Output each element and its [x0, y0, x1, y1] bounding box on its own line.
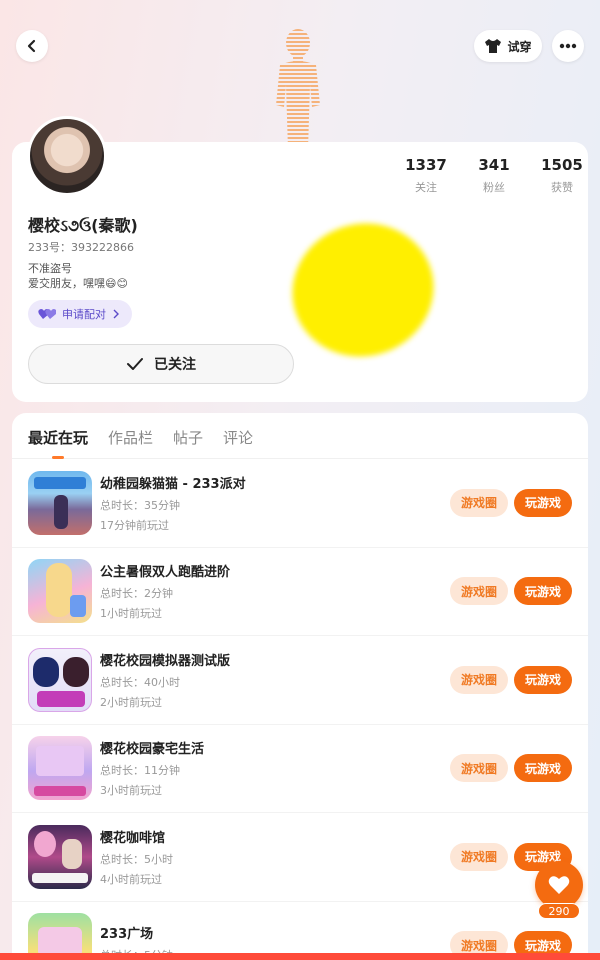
more-button[interactable]: [552, 30, 584, 62]
like-button[interactable]: [535, 861, 583, 909]
like-count-badge: 290: [538, 903, 580, 919]
stat-value: 1337: [405, 156, 447, 174]
game-last-played: 1小时前玩过: [100, 607, 162, 621]
request-pair-button[interactable]: 申请配对: [28, 300, 132, 328]
profile-uid: 233号：393222866: [28, 241, 134, 254]
game-last-played: 17分钟前玩过: [100, 518, 169, 532]
double-heart-icon: [38, 309, 56, 319]
game-icon: [28, 824, 92, 889]
game-duration: 总时长：40小时: [100, 675, 180, 689]
game-circle-button[interactable]: 游戏圈: [450, 488, 508, 517]
game-circle-button[interactable]: 游戏圈: [450, 577, 508, 606]
check-icon: [127, 358, 143, 370]
tab-recently-played[interactable]: 最近在玩: [28, 427, 88, 459]
shirt-icon: [485, 39, 502, 53]
game-icon: [28, 559, 92, 624]
game-icon: [28, 736, 92, 801]
avatar[interactable]: [27, 116, 107, 196]
play-game-button[interactable]: 玩游戏: [514, 488, 572, 517]
play-game-button[interactable]: 玩游戏: [514, 754, 572, 783]
stat-likes[interactable]: 1505 获赞: [528, 156, 596, 195]
game-row[interactable]: 幼稚园躲猫猫 - 233派对 总时长：35分钟 17分钟前玩过 游戏圈 玩游戏: [12, 459, 588, 548]
game-circle-button[interactable]: 游戏圈: [450, 842, 508, 871]
game-icon: [28, 647, 92, 712]
game-last-played: 3小时前玩过: [100, 784, 162, 798]
pair-label: 申请配对: [62, 308, 106, 321]
game-title: 樱花校园模拟器测试版: [100, 653, 231, 669]
stat-value: 1505: [541, 156, 583, 174]
avatar-figure-outline: [276, 29, 320, 150]
game-row[interactable]: 公主暑假双人跑酷进阶 总时长：2分钟 1小时前玩过 游戏圈 玩游戏: [12, 548, 588, 636]
follow-label: 已关注: [154, 357, 196, 373]
game-title: 幼稚园躲猫猫 - 233派对: [100, 476, 246, 492]
game-title: 樱花校园豪宅生活: [100, 742, 205, 758]
bio-line: 爱交朋友，嘿嘿😄😊: [28, 277, 128, 290]
game-title: 公主暑假双人跑酷进阶: [100, 565, 231, 581]
stat-label: 关注: [415, 181, 437, 194]
more-dots-icon: [559, 43, 577, 49]
game-row[interactable]: 樱花校园模拟器测试版 总时长：40小时 2小时前玩过 游戏圈 玩游戏: [12, 636, 588, 725]
games-card: 最近在玩 作品栏 帖子 评论 幼稚园躲猫猫 - 233派对 总时长：35分钟 1…: [12, 413, 588, 960]
game-icon: [28, 470, 92, 535]
try-on-label: 试穿: [507, 39, 532, 54]
game-row[interactable]: 樱花咖啡馆 总时长：5小时 4小时前玩过 游戏圈 玩游戏: [12, 813, 588, 902]
game-last-played: 2小时前玩过: [100, 695, 162, 709]
chevron-left-icon: [27, 39, 36, 53]
stat-label: 获赞: [551, 181, 573, 194]
tab-comments[interactable]: 评论: [223, 427, 253, 458]
chevron-right-icon: [113, 309, 119, 319]
profile-bio: 不准盗号 爱交朋友，嘿嘿😄😊: [28, 261, 128, 291]
game-duration: 总时长：35分钟: [100, 498, 180, 512]
game-duration: 总时长：5小时: [100, 852, 173, 866]
bottom-bar-edge: [0, 953, 600, 960]
game-circle-button[interactable]: 游戏圈: [450, 754, 508, 783]
profile-stats: 1337 关注 341 粉丝 1505 获赞: [392, 156, 596, 195]
stat-label: 粉丝: [483, 181, 505, 194]
play-game-button[interactable]: 玩游戏: [514, 665, 572, 694]
play-game-button[interactable]: 玩游戏: [514, 577, 572, 606]
game-row[interactable]: 233广场 总时长：5分钟 游戏圈 玩游戏: [12, 902, 588, 960]
tab-works[interactable]: 作品栏: [108, 427, 153, 458]
game-duration: 总时长：11分钟: [100, 764, 180, 778]
bio-line: 不准盗号: [28, 262, 72, 275]
stat-value: 341: [478, 156, 510, 174]
game-last-played: 4小时前玩过: [100, 872, 162, 886]
game-duration: 总时长：2分钟: [100, 587, 173, 601]
profile-tabs: 最近在玩 作品栏 帖子 评论: [12, 413, 588, 459]
stat-followers[interactable]: 341 粉丝: [460, 156, 528, 195]
try-on-button[interactable]: 试穿: [474, 30, 542, 62]
profile-name: 樱校ઽ૭ઉ(秦歌): [28, 216, 138, 235]
tab-posts[interactable]: 帖子: [173, 427, 203, 458]
back-button[interactable]: [16, 30, 48, 62]
game-row[interactable]: 樱花校园豪宅生活 总时长：11分钟 3小时前玩过 游戏圈 玩游戏: [12, 725, 588, 813]
game-title: 233广场: [100, 927, 154, 943]
game-circle-button[interactable]: 游戏圈: [450, 665, 508, 694]
heart-icon: [548, 876, 570, 894]
followed-button[interactable]: 已关注: [28, 344, 294, 384]
stat-following[interactable]: 1337 关注: [392, 156, 460, 195]
game-title: 樱花咖啡馆: [100, 830, 166, 846]
